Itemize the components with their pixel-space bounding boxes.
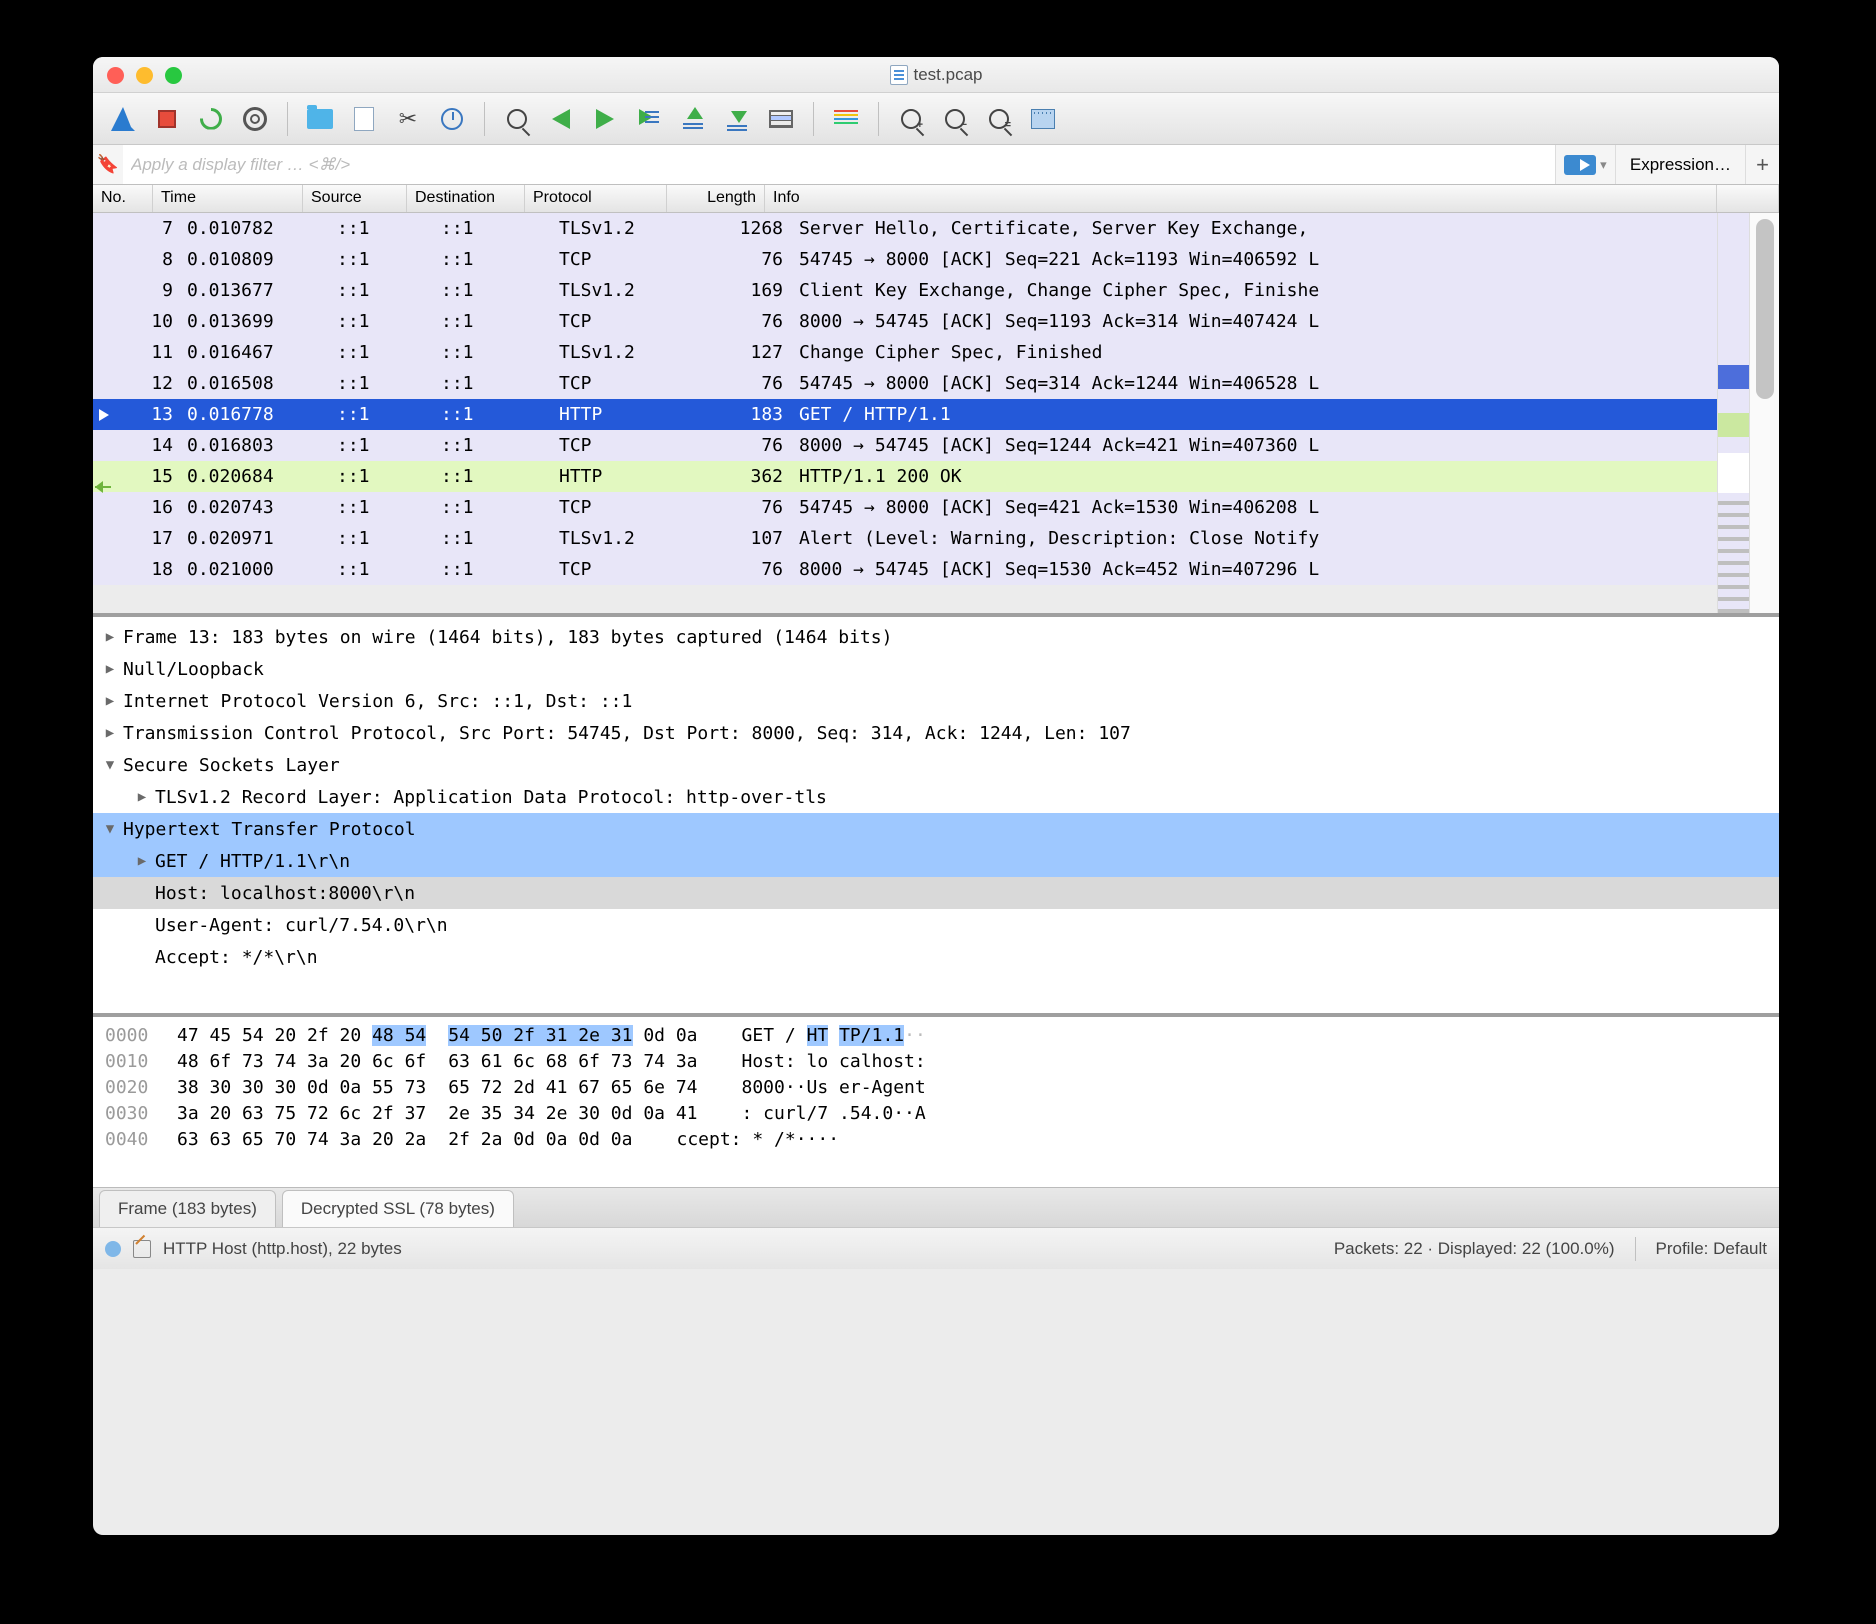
titlebar: test.pcap xyxy=(93,57,1779,93)
capture-options-button[interactable] xyxy=(235,99,275,139)
packet-list-scrollbar[interactable] xyxy=(1749,213,1779,613)
status-packets: Packets: 22 · Displayed: 22 (100.0%) xyxy=(1334,1239,1615,1259)
edit-icon[interactable] xyxy=(133,1240,151,1258)
col-header-destination[interactable]: Destination xyxy=(407,185,525,212)
app-window: test.pcap ✂ xyxy=(93,57,1779,1535)
expert-info-icon[interactable] xyxy=(105,1241,121,1257)
zoom-in-button[interactable] xyxy=(891,99,931,139)
save-file-button[interactable] xyxy=(344,99,384,139)
go-to-packet-button[interactable] xyxy=(629,99,669,139)
tree-row[interactable]: ▶Null/Loopback xyxy=(93,653,1779,685)
tree-row[interactable]: ▶Frame 13: 183 bytes on wire (1464 bits)… xyxy=(93,621,1779,653)
zoom-window-button[interactable] xyxy=(165,67,182,84)
apply-filter-button[interactable]: ▾ xyxy=(1555,145,1615,184)
packet-bytes-pane[interactable]: 000047 45 54 20 2f 20 48 5454 50 2f 31 2… xyxy=(93,1017,1779,1187)
status-bar: HTTP Host (http.host), 22 bytes Packets:… xyxy=(93,1227,1779,1269)
tree-row[interactable]: ▶Internet Protocol Version 6, Src: ::1, … xyxy=(93,685,1779,717)
packet-row[interactable]: 80.010809::1::1TCP7654745 → 8000 [ACK] S… xyxy=(93,244,1779,275)
packet-row[interactable]: 130.016778::1::1HTTP183GET / HTTP/1.1 xyxy=(93,399,1779,430)
packet-details-pane[interactable]: ▶Frame 13: 183 bytes on wire (1464 bits)… xyxy=(93,617,1779,1017)
packet-row[interactable]: 120.016508::1::1TCP7654745 → 8000 [ACK] … xyxy=(93,368,1779,399)
zoom-out-button[interactable] xyxy=(935,99,975,139)
document-icon xyxy=(890,65,908,85)
packet-row[interactable]: 90.013677::1::1TLSv1.2169Client Key Exch… xyxy=(93,275,1779,306)
tree-row[interactable]: Host: localhost:8000\r\n xyxy=(93,877,1779,909)
go-first-packet-button[interactable] xyxy=(673,99,713,139)
zoom-reset-button[interactable] xyxy=(979,99,1019,139)
find-packet-button[interactable] xyxy=(497,99,537,139)
tree-row[interactable]: Accept: */*\r\n xyxy=(93,941,1779,973)
restart-capture-button[interactable] xyxy=(191,99,231,139)
packet-row[interactable]: 100.013699::1::1TCP768000 → 54745 [ACK] … xyxy=(93,306,1779,337)
colorize-button[interactable] xyxy=(826,99,866,139)
packet-row[interactable]: 70.010782::1::1TLSv1.21268Server Hello, … xyxy=(93,213,1779,244)
col-header-length[interactable]: Length xyxy=(667,185,765,212)
tab-decrypted-ssl-bytes[interactable]: Decrypted SSL (78 bytes) xyxy=(282,1190,514,1227)
open-file-button[interactable] xyxy=(300,99,340,139)
packet-row[interactable]: 160.020743::1::1TCP7654745 → 8000 [ACK] … xyxy=(93,492,1779,523)
tab-frame-bytes[interactable]: Frame (183 bytes) xyxy=(99,1190,276,1227)
reload-file-button[interactable] xyxy=(432,99,472,139)
packet-row[interactable]: 110.016467::1::1TLSv1.2127Change Cipher … xyxy=(93,337,1779,368)
status-profile[interactable]: Profile: Default xyxy=(1656,1239,1768,1259)
packet-list-header[interactable]: No. Time Source Destination Protocol Len… xyxy=(93,185,1779,213)
packet-row[interactable]: 140.016803::1::1TCP768000 → 54745 [ACK] … xyxy=(93,430,1779,461)
stop-capture-button[interactable] xyxy=(147,99,187,139)
col-header-info[interactable]: Info xyxy=(765,185,1717,212)
byte-view-tabs: Frame (183 bytes) Decrypted SSL (78 byte… xyxy=(93,1187,1779,1227)
go-forward-button[interactable] xyxy=(585,99,625,139)
col-header-time[interactable]: Time xyxy=(153,185,303,212)
filter-bar: 🔖 ▾ Expression… + xyxy=(93,145,1779,185)
packet-minimap[interactable] xyxy=(1717,213,1749,613)
col-header-source[interactable]: Source xyxy=(303,185,407,212)
resize-columns-button[interactable] xyxy=(1023,99,1063,139)
go-back-button[interactable] xyxy=(541,99,581,139)
col-header-protocol[interactable]: Protocol xyxy=(525,185,667,212)
main-toolbar: ✂ xyxy=(93,93,1779,145)
tree-row[interactable]: User-Agent: curl/7.54.0\r\n xyxy=(93,909,1779,941)
window-title: test.pcap xyxy=(914,65,983,85)
bookmark-icon[interactable]: 🔖 xyxy=(93,145,123,184)
status-field-info: HTTP Host (http.host), 22 bytes xyxy=(163,1239,402,1259)
shark-fin-icon[interactable] xyxy=(103,99,143,139)
auto-scroll-button[interactable] xyxy=(761,99,801,139)
expression-button[interactable]: Expression… xyxy=(1615,145,1745,184)
minimize-window-button[interactable] xyxy=(136,67,153,84)
packet-list-pane: No. Time Source Destination Protocol Len… xyxy=(93,185,1779,617)
packet-row[interactable]: 180.021000::1::1TCP768000 → 54745 [ACK] … xyxy=(93,554,1779,585)
tree-row[interactable]: ▶GET / HTTP/1.1\r\n xyxy=(93,845,1779,877)
tree-row[interactable]: ▼Secure Sockets Layer xyxy=(93,749,1779,781)
add-filter-button[interactable]: + xyxy=(1745,145,1779,184)
col-header-no[interactable]: No. xyxy=(93,185,153,212)
packet-row[interactable]: 150.020684::1::1HTTP362HTTP/1.1 200 OK xyxy=(93,461,1779,492)
close-file-button[interactable]: ✂ xyxy=(388,99,428,139)
packet-row[interactable]: 170.020971::1::1TLSv1.2107Alert (Level: … xyxy=(93,523,1779,554)
close-window-button[interactable] xyxy=(107,67,124,84)
display-filter-input[interactable] xyxy=(123,145,1555,184)
tree-row[interactable]: ▼Hypertext Transfer Protocol xyxy=(93,813,1779,845)
go-last-packet-button[interactable] xyxy=(717,99,757,139)
tree-row[interactable]: ▶TLSv1.2 Record Layer: Application Data … xyxy=(93,781,1779,813)
tree-row[interactable]: ▶Transmission Control Protocol, Src Port… xyxy=(93,717,1779,749)
